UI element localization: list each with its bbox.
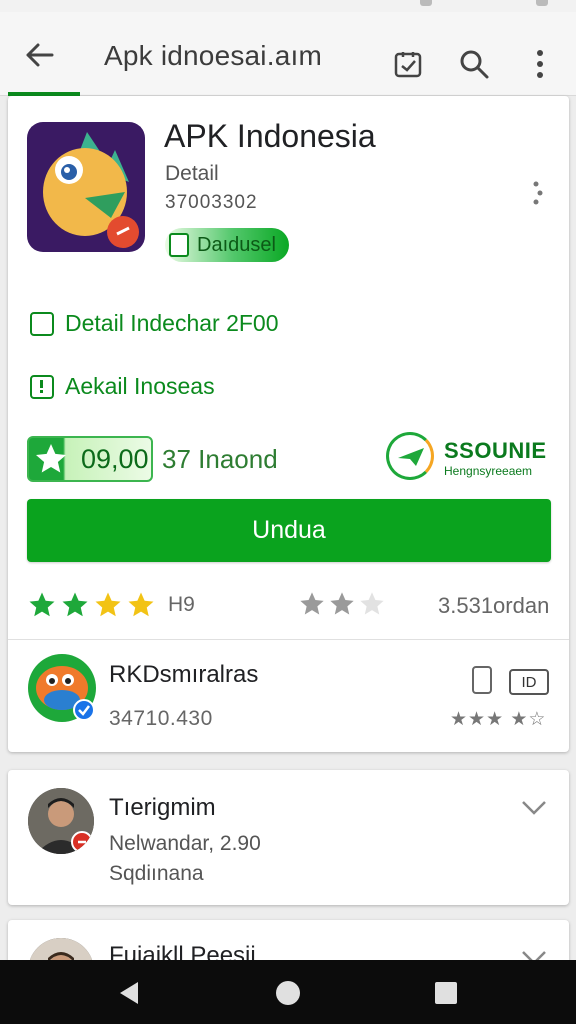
checkbox-icon: [30, 311, 54, 336]
star-icon: [128, 592, 154, 617]
avatar[interactable]: [28, 654, 96, 722]
reviewer-name: Tıerigmim: [109, 794, 216, 821]
app-code: 37003302: [165, 192, 258, 213]
star-outline-icon: [360, 592, 384, 615]
star-icon: [29, 592, 55, 617]
recents-square-icon[interactable]: [433, 980, 459, 1006]
user-rating-stars[interactable]: H9: [27, 590, 195, 620]
review-card[interactable]: Tıerigmim Nelwandar, 2.90 Sqdiınana: [8, 770, 569, 905]
developer-stars: ★★★ ★☆: [450, 709, 547, 730]
detail-row[interactable]: Detail Indechar 2F00: [30, 310, 279, 337]
app-name: APK Indonesia: [164, 118, 376, 154]
app-toolbar: Apk idnoesai.aım: [0, 12, 576, 96]
star-icon: [62, 592, 88, 617]
developer-logo-icon: [36, 666, 95, 721]
app-detail-card: APK Indonesia Detail 37003302 Daıdusel D…: [8, 96, 569, 752]
user-photo-icon: [28, 788, 94, 854]
review-meta: Sqdiınana: [109, 862, 204, 885]
rating-count: 37 Inaond: [162, 444, 278, 474]
signal-icon: [420, 0, 432, 6]
back-triangle-icon[interactable]: [116, 980, 142, 1006]
installed-badge[interactable]: Daıdusel: [165, 228, 289, 262]
id-tag: ID: [509, 669, 549, 695]
downloads-count: 3.531ordan: [438, 593, 550, 618]
detail-row-label: Aekail Inoseas: [65, 373, 215, 399]
install-button[interactable]: Undua: [27, 499, 551, 562]
system-navigation-bar: [0, 960, 576, 1024]
source-badge[interactable]: SSOUNIE Hengnsyreeaem: [386, 430, 552, 486]
badge-title: SSOUNIE: [444, 438, 547, 463]
status-bar: [0, 0, 576, 12]
more-options-icon[interactable]: [530, 178, 546, 208]
developer-name: RKDsmıralras: [109, 661, 259, 688]
search-icon[interactable]: [458, 48, 490, 80]
battery-icon: [536, 0, 548, 6]
app-subtitle: Detail: [165, 162, 219, 185]
avatar: [28, 788, 94, 854]
detail-row[interactable]: Aekail Inoseas: [30, 373, 215, 400]
star-icon: [36, 444, 66, 473]
star-icon: [300, 592, 324, 615]
detail-row-label: Detail Indechar 2F00: [65, 310, 279, 336]
toolbar-title: Apk idnoesai.aım: [104, 40, 322, 71]
installed-label: Daıdusel: [197, 233, 276, 256]
phone-icon: [472, 666, 492, 694]
chevron-down-icon[interactable]: [519, 798, 549, 818]
badge-subtitle: Hengnsyreeaem: [444, 464, 533, 478]
review-meta: Nelwandar, 2.90: [109, 832, 261, 855]
app-mascot-icon: [43, 132, 139, 248]
more-vert-icon[interactable]: [524, 48, 556, 80]
device-icon: [169, 233, 189, 257]
star-icon: [330, 592, 354, 615]
rating-score-box: 09,00: [27, 436, 153, 482]
shield-check-icon[interactable]: [392, 48, 424, 80]
home-circle-icon[interactable]: [275, 980, 301, 1006]
app-icon[interactable]: [27, 122, 145, 252]
info-box-icon: [30, 374, 54, 399]
plane-icon: [398, 448, 424, 466]
rating-label: H9: [168, 593, 195, 616]
rating-score: 09,00: [81, 443, 149, 474]
average-stars: [298, 590, 388, 618]
developer-number: 34710.430: [109, 707, 213, 730]
divider: [8, 639, 569, 640]
star-icon: [95, 592, 121, 617]
arrow-back-icon[interactable]: [22, 38, 56, 72]
